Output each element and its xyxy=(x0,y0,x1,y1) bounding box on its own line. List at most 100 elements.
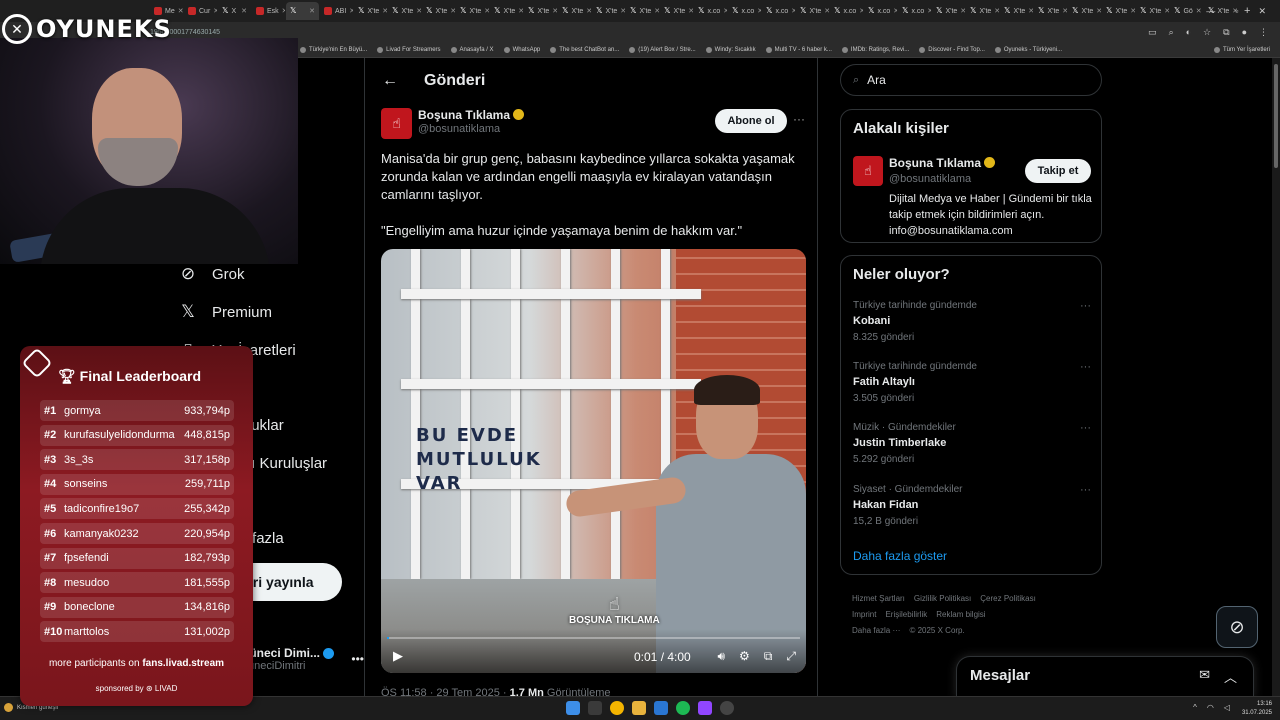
footer-link[interactable]: Gizlilik Politikası xyxy=(914,594,971,603)
related-name-row[interactable]: Boşuna Tıklama xyxy=(889,156,996,170)
browser-tab[interactable]: 𝕏 X'te ✕ xyxy=(1000,2,1033,20)
browser-tab[interactable]: 𝕏x.co ✕ xyxy=(830,2,863,20)
obs-icon[interactable] xyxy=(720,701,734,715)
network-icon[interactable]: ◠ xyxy=(1207,703,1214,712)
show-more-link[interactable]: Daha fazla göster xyxy=(853,549,947,563)
close-window-button[interactable]: ✕ xyxy=(1258,6,1266,17)
tab-close-icon[interactable]: ✕ xyxy=(309,7,315,15)
tab-close-icon[interactable]: ✕ xyxy=(1028,7,1033,15)
twitch-icon[interactable] xyxy=(698,701,712,715)
tab-close-icon[interactable]: ✕ xyxy=(791,7,795,15)
tab-close-icon[interactable]: ✕ xyxy=(1164,7,1169,15)
browser-tab[interactable]: 𝕏 X'te ✕ xyxy=(558,2,591,20)
fullscreen-icon[interactable]: ⤢ xyxy=(786,649,796,664)
trend-item[interactable]: Türkiye tarihinde gündemde Fatih Altaylı 3… xyxy=(853,361,1091,404)
extensions-icon[interactable]: ⧉ xyxy=(1223,27,1229,38)
browser-tab[interactable]: 𝕏 X ✕ xyxy=(218,2,251,20)
tab-close-icon[interactable]: ✕ xyxy=(349,7,353,15)
bookmark-item[interactable]: IMDb: Ratings, Revi... xyxy=(841,46,909,53)
tab-close-icon[interactable]: ✕ xyxy=(484,7,489,15)
footer-link[interactable]: Daha fazla ··· xyxy=(852,626,900,635)
bookmark-item[interactable]: (19) Alert Box / Stre... xyxy=(629,46,696,53)
chevron-up-icon[interactable]: ^ xyxy=(1193,703,1197,712)
tab-close-icon[interactable]: ✕ xyxy=(688,7,693,15)
browser-tab[interactable]: 𝕏 X'te ✕ xyxy=(422,2,455,20)
author-name[interactable]: Boşuna Tıklama xyxy=(418,108,510,122)
taskbar-clock[interactable]: 13:16 31.07.2025 xyxy=(1242,700,1272,718)
messages-drawer[interactable]: Mesajlar ✉ ︿ xyxy=(956,656,1254,698)
tab-close-icon[interactable]: ✕ xyxy=(654,7,659,15)
translate-icon[interactable]: ◐ xyxy=(1186,27,1191,38)
back-arrow-icon[interactable]: ← xyxy=(382,72,398,90)
browser-tab[interactable]: 𝕏 ✕ xyxy=(286,2,319,20)
browser-tab[interactable]: 𝕏 X'te ✕ xyxy=(660,2,693,20)
browser-tab[interactable]: 𝕏 X'te ✕ xyxy=(490,2,523,20)
tab-close-icon[interactable]: ✕ xyxy=(586,7,591,15)
browser-tab[interactable]: 𝕏 X'te ✕ xyxy=(966,2,999,20)
tab-close-icon[interactable]: ✕ xyxy=(994,7,999,15)
tab-close-icon[interactable]: ✕ xyxy=(1062,7,1067,15)
tab-close-icon[interactable]: ✕ xyxy=(282,7,285,15)
profile-icon[interactable]: ● xyxy=(1242,27,1247,38)
tab-close-icon[interactable]: ✕ xyxy=(178,7,183,15)
post-author[interactable]: ☝ Boşuna Tıklama @bosunatiklama xyxy=(381,108,525,139)
tab-close-icon[interactable]: ✕ xyxy=(213,7,217,15)
related-handle[interactable]: @bosunatiklama xyxy=(889,173,971,185)
pip-icon[interactable]: ⧉ xyxy=(764,649,773,664)
bookmark-item[interactable]: Türkiye'nin En Büyü... xyxy=(300,46,367,53)
browser-tab[interactable]: 𝕏 X'te ✕ xyxy=(1034,2,1067,20)
tab-close-icon[interactable]: ✕ xyxy=(1096,7,1101,15)
tab-close-icon[interactable]: ✕ xyxy=(241,7,247,15)
tab-close-icon[interactable]: ✕ xyxy=(859,7,863,15)
browser-tab[interactable]: ABI ✕ xyxy=(320,2,353,20)
post-more-icon[interactable]: ··· xyxy=(793,112,805,126)
tab-close-icon[interactable]: ✕ xyxy=(552,7,557,15)
browser-tab[interactable]: 𝕏x.co ✕ xyxy=(864,2,897,20)
bookmark-item[interactable]: Windy: Sıcaklık xyxy=(705,46,756,53)
chrome-icon[interactable] xyxy=(610,701,624,715)
author-avatar[interactable]: ☝ xyxy=(381,108,412,139)
bookmark-item[interactable]: Anasayfa / X xyxy=(450,46,494,53)
minimize-button[interactable]: — xyxy=(1206,6,1215,16)
footer-link[interactable]: Imprint xyxy=(852,610,876,619)
browser-tab[interactable]: 𝕏 X'te ✕ xyxy=(354,2,387,20)
start-icon[interactable] xyxy=(566,701,580,715)
spotify-icon[interactable] xyxy=(676,701,690,715)
browser-tab[interactable]: Esk ✕ xyxy=(252,2,285,20)
trend-more-icon[interactable]: ··· xyxy=(1080,422,1091,434)
tab-close-icon[interactable]: ✕ xyxy=(757,7,761,15)
subscribe-button[interactable]: Abone ol xyxy=(715,109,787,133)
browser-tab[interactable]: 𝕏 X'te ✕ xyxy=(796,2,829,20)
tab-close-icon[interactable]: ✕ xyxy=(824,7,829,15)
trend-more-icon[interactable]: ··· xyxy=(1080,300,1091,312)
browser-tab[interactable]: 𝕏 X'te ✕ xyxy=(932,2,965,20)
volume-icon[interactable]: 🔊︎ xyxy=(717,649,725,664)
footer-link[interactable]: Reklam bilgisi xyxy=(936,610,985,619)
follow-button[interactable]: Takip et xyxy=(1025,159,1091,183)
folder-icon[interactable] xyxy=(632,701,646,715)
video-player[interactable]: BU EVDE MUTLULUK VAR ☝ BOŞUNA TIKLAMA ▶ 0… xyxy=(381,249,806,673)
tab-close-icon[interactable]: ✕ xyxy=(960,7,965,15)
browser-tab[interactable]: 𝕏x.co ✕ xyxy=(898,2,931,20)
edge-icon[interactable] xyxy=(654,701,668,715)
bookmark-item[interactable]: Discover - Find Top... xyxy=(919,46,985,53)
grok-fab-icon[interactable]: ⊘ xyxy=(1216,606,1258,648)
bookmark-item[interactable]: WhatsApp xyxy=(503,46,540,53)
browser-tab[interactable]: 𝕏 Gö ✕ xyxy=(1170,2,1203,20)
trend-more-icon[interactable]: ··· xyxy=(1080,484,1091,496)
trend-item[interactable]: Müzik · Gündemdekiler Justin Timberlake 5.… xyxy=(853,422,1091,465)
bookmark-item[interactable]: The best ChatBot an... xyxy=(550,46,619,53)
tab-close-icon[interactable]: ✕ xyxy=(1130,7,1135,15)
browser-tab[interactable]: Cur ✕ xyxy=(184,2,217,20)
browser-tab[interactable]: 𝕏 X'te ✕ xyxy=(456,2,489,20)
search-input[interactable] xyxy=(867,73,1068,87)
scrollbar-thumb[interactable] xyxy=(1274,64,1278,168)
tab-close-icon[interactable]: ✕ xyxy=(723,7,727,15)
cast-icon[interactable]: ▭ xyxy=(1148,27,1157,38)
search-taskbar-icon[interactable] xyxy=(588,701,602,715)
browser-tab[interactable]: 𝕏 X'te ✕ xyxy=(524,2,557,20)
author-handle[interactable]: @bosunatiklama xyxy=(418,123,524,137)
footer-link[interactable]: Erişilebilirlik xyxy=(885,610,927,619)
browser-tab[interactable]: 𝕏x.co ✕ xyxy=(694,2,727,20)
related-avatar[interactable]: ☝ xyxy=(853,156,883,186)
